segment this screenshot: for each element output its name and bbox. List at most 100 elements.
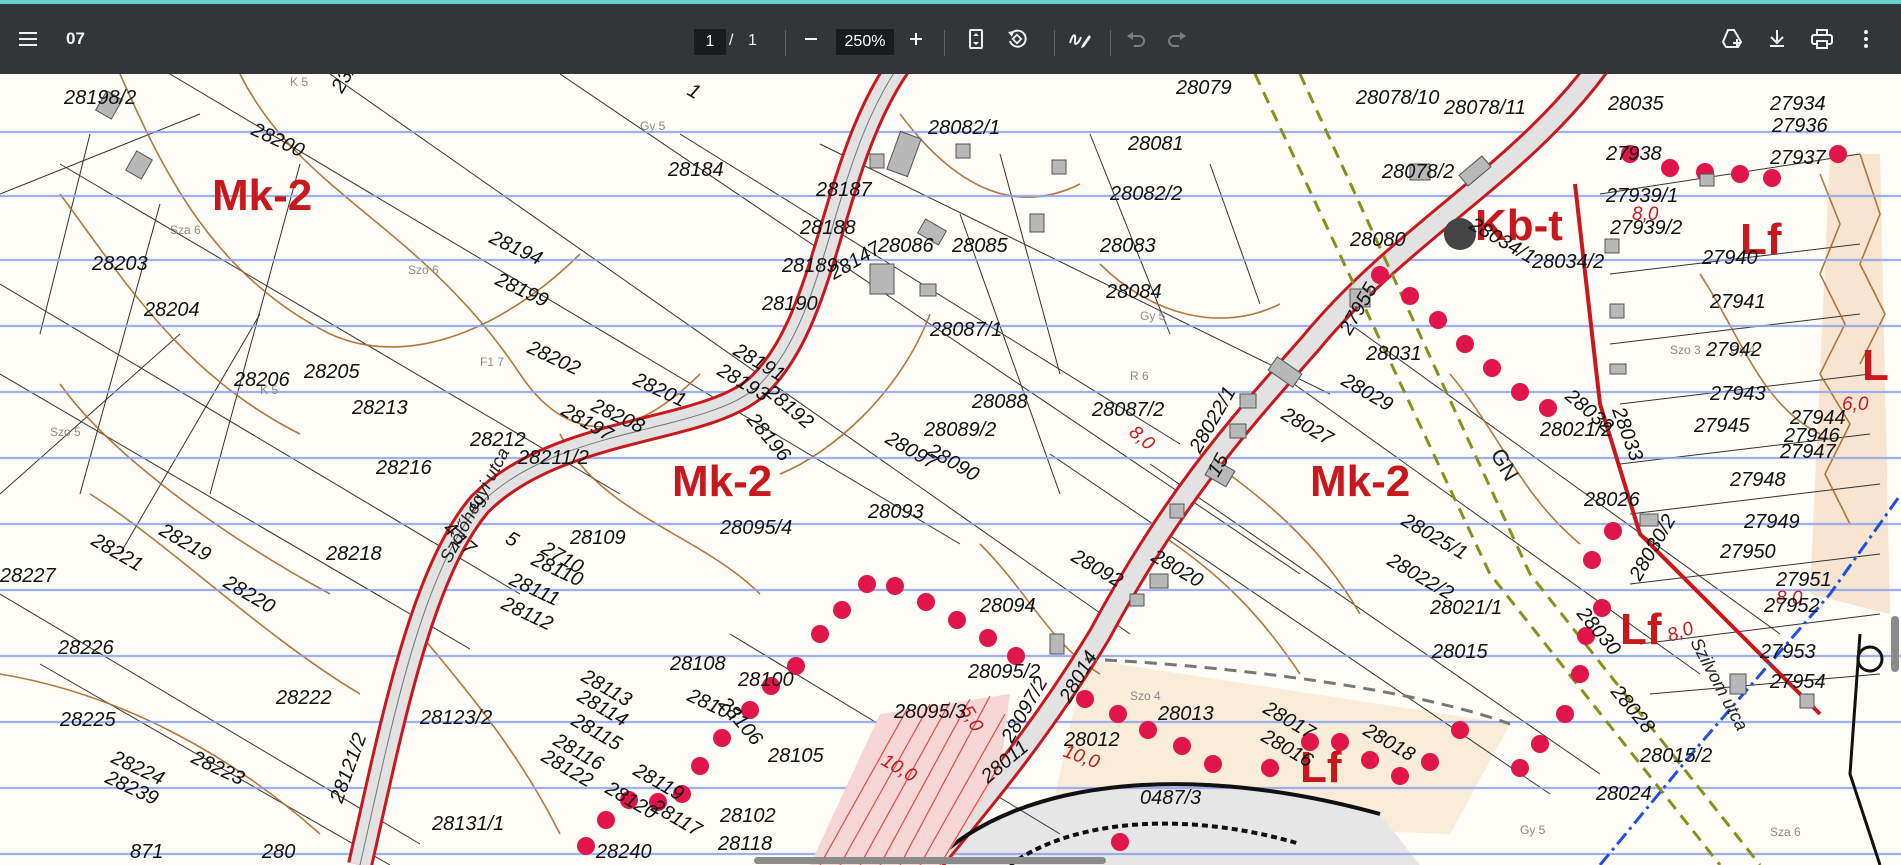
- parcel-number: 28093: [867, 501, 924, 523]
- parcel-number: 28095/4: [719, 517, 792, 539]
- parcel-number: 27937: [1769, 147, 1826, 169]
- parcel-number: 28226: [57, 637, 114, 659]
- undo-icon: [1127, 32, 1145, 47]
- parcel-number: 28092: [1067, 545, 1127, 592]
- parcel-number: 28222: [275, 687, 332, 709]
- parcel-number: 28087/1: [929, 319, 1002, 341]
- parcel-number: 28200: [247, 118, 308, 162]
- parcel-number: 28012: [1063, 729, 1120, 751]
- zoom-level-input[interactable]: [836, 29, 894, 55]
- vertical-scroll-thumb[interactable]: [1891, 616, 1899, 672]
- parcel-number: 28090: [923, 439, 983, 486]
- parcel-number: 28087/2: [1091, 399, 1164, 421]
- parcel-number: 28184: [667, 159, 724, 181]
- parcel-number: 28205: [303, 361, 360, 383]
- parcel-number: 27948: [1729, 469, 1786, 491]
- parcel-number: 28225: [59, 709, 116, 731]
- land-class-label: Szo 3: [1670, 343, 1701, 357]
- parcel-number: 28022/2: [1383, 549, 1457, 605]
- dimension-label: 8,0: [1125, 422, 1159, 455]
- horizontal-scrollbar[interactable]: [0, 855, 1889, 865]
- parcel-number: 28221: [87, 529, 147, 576]
- parcel-number: 28082/2: [1109, 183, 1182, 205]
- parcel-number: 28013: [1157, 703, 1214, 725]
- parcel-number: 23/3: [327, 74, 366, 97]
- parcel-number: 28034/2: [1531, 251, 1604, 273]
- parcel-number: 28203: [91, 253, 148, 275]
- horizontal-scroll-thumb[interactable]: [754, 857, 1106, 864]
- parcel-number: 27934: [1769, 93, 1826, 115]
- parcel-number: 28204: [143, 299, 200, 321]
- land-class-label: Szo 4: [1130, 689, 1161, 703]
- zoom-out-button[interactable]: [791, 19, 831, 59]
- parcel-number: 28218: [325, 543, 382, 565]
- parcel-number: 28216: [375, 457, 432, 479]
- parcel-number: 28100: [737, 669, 794, 691]
- download-button[interactable]: [1757, 19, 1797, 59]
- fit-page-button[interactable]: [956, 19, 996, 59]
- page-number-input[interactable]: [694, 29, 726, 55]
- parcel-number: 28024: [1595, 783, 1652, 805]
- parcel-number: 27939/2: [1609, 217, 1682, 239]
- parcel-number: 28089/2: [923, 419, 996, 441]
- land-class-label: K 5: [290, 75, 308, 89]
- parcel-number: 27938: [1605, 143, 1662, 165]
- print-button[interactable]: [1802, 19, 1842, 59]
- toolbar-divider: [785, 30, 786, 56]
- vertical-scrollbar[interactable]: [1889, 74, 1901, 865]
- parcel-number: 28199: [491, 268, 552, 312]
- parcel-number: 28026: [1583, 489, 1640, 511]
- toolbar-divider: [1110, 30, 1111, 56]
- parcel-number: 28213: [351, 397, 408, 419]
- rotate-button[interactable]: [997, 19, 1037, 59]
- parcel-number: 27940: [1701, 247, 1758, 269]
- land-class-label: R 6: [1130, 369, 1149, 383]
- parcel-number: 28206: [233, 369, 290, 391]
- add-to-drive-icon: [1721, 29, 1743, 48]
- parcel-number: 27945: [1693, 415, 1750, 437]
- annotate-button[interactable]: [1060, 19, 1100, 59]
- menu-button[interactable]: [8, 19, 48, 59]
- land-class-label: Sza 6: [170, 223, 201, 237]
- parcel-number: 27952: [1763, 595, 1820, 617]
- more-options-icon: [1864, 30, 1868, 48]
- parcel-number: 28201: [629, 368, 690, 412]
- parcel-number: 28027: [1277, 403, 1338, 451]
- parcel-number: 28078/11: [1443, 97, 1526, 119]
- parcel-number: 27954: [1769, 671, 1826, 693]
- fit-page-icon: [969, 29, 983, 49]
- parcel-number: 27943: [1709, 383, 1766, 405]
- parcel-number: 28190: [761, 293, 818, 315]
- parcel-number: 28188: [799, 217, 856, 239]
- redo-icon: [1168, 32, 1186, 47]
- parcel-number: 28202: [523, 336, 584, 380]
- parcel-number: 28123/2: [419, 707, 492, 729]
- parcel-number: 28223: [187, 746, 248, 790]
- parcel-number: 28198/2: [63, 87, 136, 109]
- pdf-viewport[interactable]: Mk-2 Mk-2 Mk-2 Kb-t Lf Lf Lf L Szőlőhegy…: [0, 74, 1901, 865]
- parcel-number: 0487/3: [1140, 787, 1201, 809]
- more-options-button[interactable]: [1846, 19, 1886, 59]
- parcel-number: 28088: [971, 391, 1028, 413]
- zoom-in-button[interactable]: [896, 19, 936, 59]
- parcel-number: 28082/1: [927, 117, 1000, 139]
- pdf-toolbar: 07 / 1: [0, 4, 1901, 74]
- zoning-map: Mk-2 Mk-2 Mk-2 Kb-t Lf Lf Lf L Szőlőhegy…: [0, 74, 1901, 865]
- undo-button[interactable]: [1116, 19, 1156, 59]
- add-to-drive-button[interactable]: [1712, 19, 1752, 59]
- parcel-number: 28015: [1431, 641, 1488, 663]
- parcel-number: 28078/10: [1355, 87, 1439, 109]
- parcel-number: 27941: [1709, 291, 1766, 313]
- parcel-number: 28085: [951, 235, 1008, 257]
- parcel-number: 28095/3: [893, 701, 966, 723]
- parcel-number: 28220: [219, 571, 279, 618]
- parcel-number: 28086: [877, 235, 934, 257]
- gn-label: GN: [1486, 444, 1524, 485]
- land-class-label: Gy 5: [1520, 823, 1546, 837]
- parcel-number: 28131/1: [431, 813, 504, 835]
- parcel-number: 28079: [1175, 77, 1232, 99]
- redo-button[interactable]: [1157, 19, 1197, 59]
- parcel-number: 28211/2: [517, 447, 589, 469]
- rotate-icon: [1008, 29, 1027, 48]
- parcel-number: 28033: [1607, 403, 1647, 464]
